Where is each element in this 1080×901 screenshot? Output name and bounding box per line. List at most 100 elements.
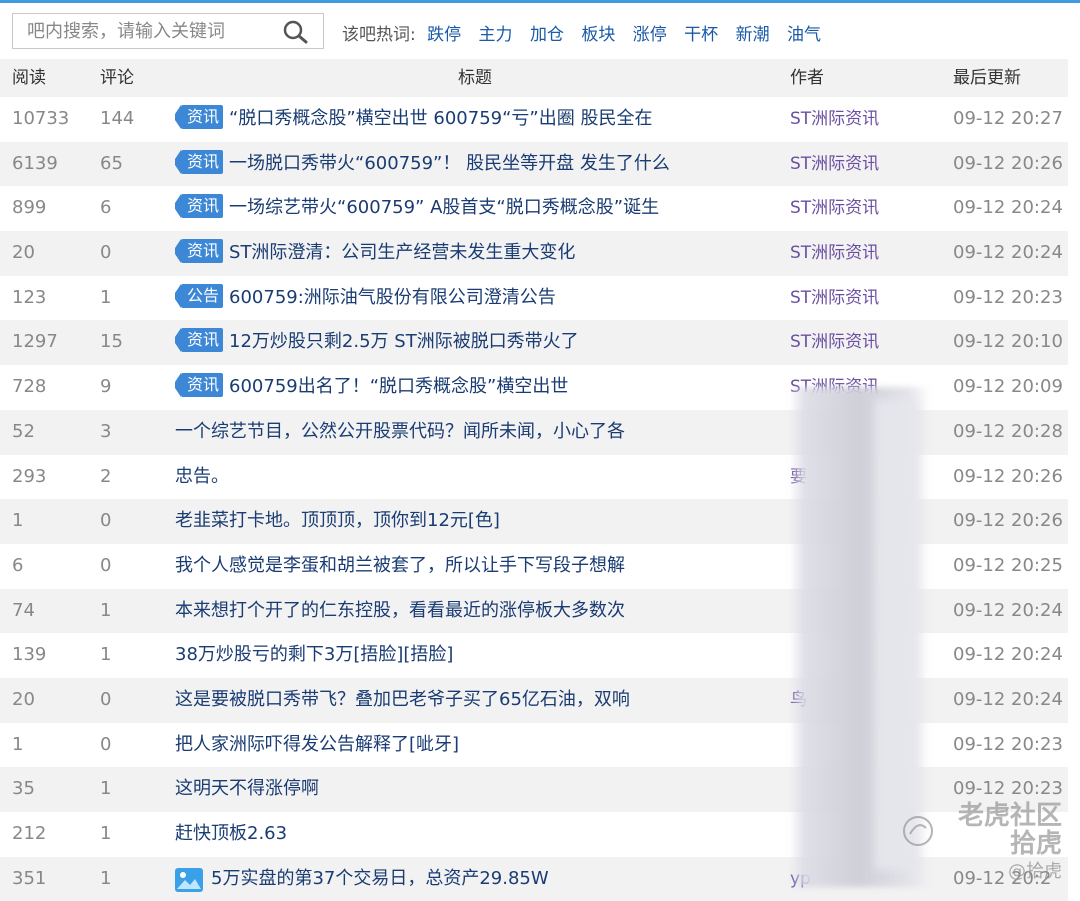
author-link[interactable]: ST洲际资讯 xyxy=(790,320,940,365)
comment-count: 1 xyxy=(100,867,112,889)
last-updated: 09-12 20:26 xyxy=(953,465,1063,487)
title-cell: 赶快顶板2.63 xyxy=(175,812,775,857)
last-updated: 09-12 20:24 xyxy=(953,197,1063,219)
title-cell: 这明天不得涨停啊 xyxy=(175,767,775,812)
author-link[interactable]: yp xyxy=(790,857,940,901)
post-title-link[interactable]: ST洲际澄清：公司生产经营未发生重大变化 xyxy=(229,242,575,263)
last-updated: 09-12 20:26 xyxy=(953,510,1063,532)
last-updated: 09-12 20:27 xyxy=(953,108,1063,129)
watermark-logo-icon xyxy=(900,814,940,852)
read-count: 351 xyxy=(12,867,47,889)
post-title-link[interactable]: 把人家洲际吓得发公告解释了[呲牙] xyxy=(175,734,459,755)
author-link[interactable]: ST洲际资讯 xyxy=(790,276,940,321)
last-updated: 09-12 20:24 xyxy=(953,599,1063,621)
hot-word[interactable]: 主力 xyxy=(479,25,513,45)
read-count: 10733 xyxy=(12,108,70,129)
post-tag-badge: 资讯 xyxy=(175,194,224,219)
table-row: 123 1 公告 600759:洲际油气股份有限公司澄清公告 ST洲际资讯 09-12 2… xyxy=(0,276,1068,321)
comment-count: 0 xyxy=(100,510,112,532)
search-box xyxy=(12,13,324,49)
hot-word[interactable]: 涨停 xyxy=(633,25,667,45)
comment-count: 65 xyxy=(100,152,123,174)
post-tag-badge: 公告 xyxy=(175,283,224,308)
hot-word[interactable]: 干杯 xyxy=(684,25,718,45)
comment-count: 0 xyxy=(100,688,112,710)
post-tag-badge: 资讯 xyxy=(175,239,224,264)
table-row: 293 2 忠告。 要 09-12 20:26 xyxy=(0,455,1068,500)
table-row: 1 0 把人家洲际吓得发公告解释了[呲牙] 09-12 20:23 xyxy=(0,723,1068,768)
read-count: 74 xyxy=(12,599,35,621)
table-row: 52 3 一个综艺节目，公然公开股票代码？闻所未闻，小心了各 09-12 20:28 xyxy=(0,409,1068,455)
last-updated: 09-12 20:26 xyxy=(953,152,1063,174)
comment-count: 0 xyxy=(100,554,112,576)
comment-count: 15 xyxy=(100,331,123,353)
hot-word[interactable]: 加仓 xyxy=(530,25,564,45)
author-link[interactable]: ST洲际资讯 xyxy=(790,231,940,276)
post-title-link[interactable]: 600759出名了！“脱口秀概念股”横空出世 xyxy=(229,376,568,397)
image-post-icon xyxy=(175,865,203,892)
post-title-link[interactable]: 一场脱口秀带火“600759”！ 股民坐等开盘 发生了什么 xyxy=(229,153,670,174)
title-cell: 资讯 12万炒股只剩2.5万 ST洲际被脱口秀带火了 xyxy=(175,320,775,365)
read-count: 1 xyxy=(12,510,24,532)
post-title-link[interactable]: 这是要被脱口秀带飞？叠加巴老爷子买了65亿石油，双响 xyxy=(175,689,630,710)
post-tag-badge: 资讯 xyxy=(175,328,224,353)
post-title-link[interactable]: 赶快顶板2.63 xyxy=(175,823,287,844)
post-title-link[interactable]: 600759:洲际油气股份有限公司澄清公告 xyxy=(229,287,556,308)
hot-word[interactable]: 板块 xyxy=(581,25,615,45)
title-cell: 这是要被脱口秀带飞？叠加巴老爷子买了65亿石油，双响 xyxy=(175,678,775,723)
read-count: 293 xyxy=(12,465,47,487)
hot-words: 该吧热词: 跌停 主力 加仓 板块 涨停 干杯 新潮 油气 xyxy=(342,20,833,45)
last-updated: 09-12 20:23 xyxy=(953,733,1063,755)
table-header: 阅读 评论 标题 作者 最后更新 xyxy=(0,59,1068,97)
comment-count: 144 xyxy=(100,108,135,129)
header-read[interactable]: 阅读 xyxy=(12,59,92,97)
last-updated: 09-12 20:24 xyxy=(953,688,1063,710)
post-title-link[interactable]: “脱口秀概念股”横空出世 600759“亏”出圈 股民全在 xyxy=(229,108,652,129)
title-cell: 一个综艺节目，公然公开股票代码？闻所未闻，小心了各 xyxy=(175,410,775,455)
post-tag-badge: 资讯 xyxy=(175,373,224,398)
post-title-link[interactable]: 一个综艺节目，公然公开股票代码？闻所未闻，小心了各 xyxy=(175,421,625,442)
comment-count: 9 xyxy=(100,376,112,398)
search-icon[interactable] xyxy=(283,20,309,44)
post-title-link[interactable]: 老韭菜打卡地。顶顶顶，顶你到12元[色] xyxy=(175,510,500,531)
read-count: 35 xyxy=(12,778,35,800)
hot-word[interactable]: 跌停 xyxy=(427,25,461,45)
title-cell: 资讯 一场脱口秀带火“600759”！ 股民坐等开盘 发生了什么 xyxy=(175,142,775,187)
header-title: 标题 xyxy=(458,68,492,88)
read-count: 728 xyxy=(12,376,47,398)
post-title-link[interactable]: 一场综艺带火“600759” A股首支“脱口秀概念股”诞生 xyxy=(229,197,659,218)
read-count: 20 xyxy=(12,688,35,710)
author-link[interactable]: 鸟 xyxy=(790,678,940,723)
last-updated: 09-12 20:24 xyxy=(953,242,1063,264)
header-comments[interactable]: 评论 xyxy=(100,59,160,97)
author-link[interactable]: 要 xyxy=(790,455,940,500)
search-input[interactable] xyxy=(13,14,287,48)
hot-words-label: 该吧热词: xyxy=(342,25,416,45)
read-count: 6 xyxy=(12,554,24,576)
table-row: 899 6 资讯 一场综艺带火“600759” A股首支“脱口秀概念股”诞生 ST洲际资… xyxy=(0,186,1068,231)
post-tag-badge: 资讯 xyxy=(175,105,224,129)
author-link[interactable]: ST洲际资讯 xyxy=(790,186,940,231)
post-title-link[interactable]: 本来想打个开了的仁东控股，看看最近的涨停板大多数次 xyxy=(175,600,625,621)
header-updated[interactable]: 最后更新 xyxy=(953,59,1068,97)
author-link[interactable]: ST洲际资讯 xyxy=(790,97,940,142)
post-title-link[interactable]: 5万实盘的第37个交易日，总资产29.85W xyxy=(211,868,549,889)
post-title-link[interactable]: 忠告。 xyxy=(175,466,229,487)
table-row: 74 1 本来想打个开了的仁东控股，看看最近的涨停板大多数次 09-12 20:24 xyxy=(0,588,1068,634)
author-link[interactable]: ST洲际资讯 xyxy=(790,365,940,410)
comment-count: 1 xyxy=(100,644,112,666)
read-count: 1 xyxy=(12,733,24,755)
title-cell: 38万炒股亏的剩下3万[捂脸][捂脸] xyxy=(175,633,775,678)
hot-word[interactable]: 油气 xyxy=(787,25,821,45)
post-title-link[interactable]: 12万炒股只剩2.5万 ST洲际被脱口秀带火了 xyxy=(229,331,579,352)
top-accent-line xyxy=(0,0,1080,3)
author-link[interactable]: ST洲际资讯 xyxy=(790,142,940,187)
post-title-link[interactable]: 38万炒股亏的剩下3万[捂脸][捂脸] xyxy=(175,644,453,665)
last-updated: 09-12 20:25 xyxy=(953,554,1063,576)
title-cell: 我个人感觉是李蛋和胡兰被套了，所以让手下写段子想解 xyxy=(175,544,775,589)
hot-word[interactable]: 新潮 xyxy=(736,25,770,45)
comment-count: 2 xyxy=(100,465,112,487)
post-title-link[interactable]: 我个人感觉是李蛋和胡兰被套了，所以让手下写段子想解 xyxy=(175,555,625,576)
post-title-link[interactable]: 这明天不得涨停啊 xyxy=(175,778,319,799)
title-cell: 把人家洲际吓得发公告解释了[呲牙] xyxy=(175,723,775,768)
